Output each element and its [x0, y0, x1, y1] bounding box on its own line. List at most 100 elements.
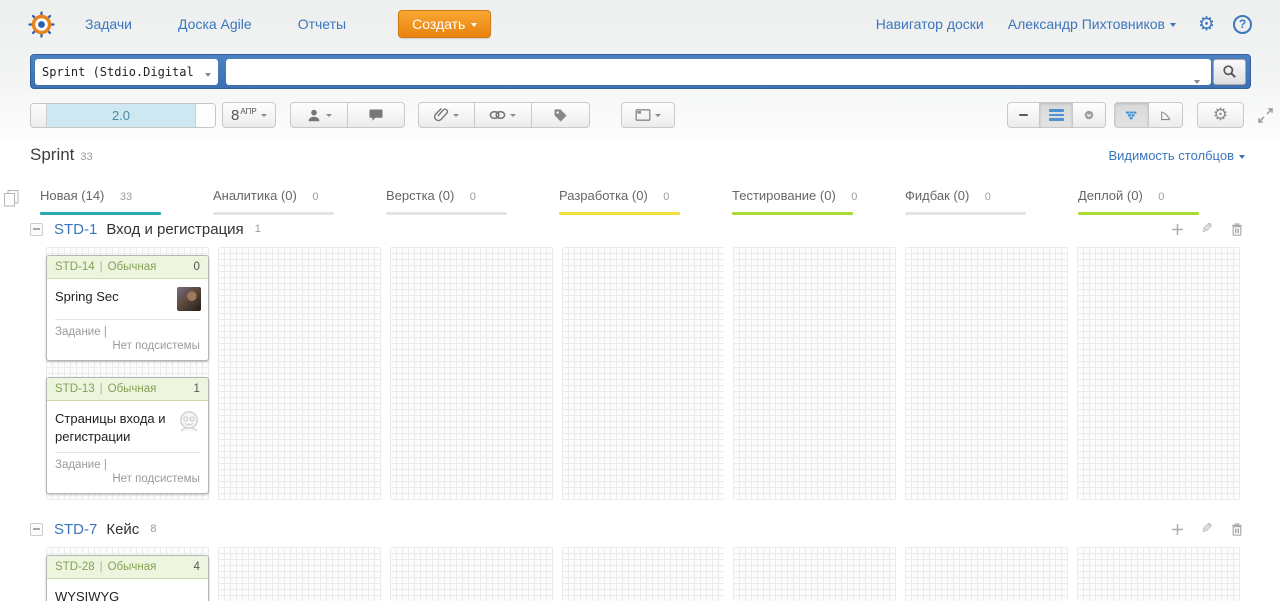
edit-swimlane-button[interactable]: ✎ — [1201, 521, 1213, 537]
burndown-chart-button[interactable] — [1149, 102, 1183, 128]
card-std-28[interactable]: STD-28 | Обычная 4 WYSIWYG — [46, 555, 209, 601]
collapse-swimlane-icon[interactable] — [30, 522, 43, 536]
settings-gear-icon[interactable]: ⚙ — [1198, 14, 1215, 34]
card-footer: Задание | Нет подсистемы — [47, 320, 208, 360]
nav-item-issues[interactable]: Задачи — [85, 16, 132, 32]
edit-swimlane-button[interactable]: ✎ — [1201, 221, 1213, 237]
card-badge: 0 — [193, 261, 200, 273]
column-label: Тестирование (0) — [732, 188, 836, 203]
command-window-icon — [635, 109, 651, 121]
card-collapse-toggle-button[interactable] — [1073, 102, 1106, 128]
cell-testing[interactable] — [733, 247, 897, 500]
zoom-slider-left-handle[interactable] — [31, 103, 47, 127]
cell-analytics[interactable] — [217, 547, 381, 601]
card-title[interactable]: WYSIWYG — [55, 588, 200, 601]
cell-deploy[interactable] — [1077, 547, 1240, 601]
search-input[interactable] — [226, 58, 1211, 85]
cell-markup[interactable] — [389, 247, 553, 500]
zoom-slider-value[interactable]: 2.0 — [47, 103, 195, 127]
cell-testing[interactable] — [733, 547, 897, 601]
date-month: АПР — [240, 106, 257, 116]
tags-button[interactable] — [531, 102, 590, 128]
card-header: STD-14 | Обычная 0 — [47, 256, 208, 279]
search-context-dropdown[interactable]: Sprint (Stdio.Digital — [35, 58, 218, 85]
fullscreen-button[interactable] — [1257, 107, 1274, 124]
card-id[interactable]: STD-14 — [55, 261, 95, 273]
cell-deploy[interactable] — [1077, 247, 1240, 500]
chevron-down-icon — [654, 113, 661, 117]
cell-feedback[interactable] — [905, 247, 1069, 500]
nav-item-agile-board[interactable]: Доска Agile — [178, 16, 252, 32]
columns-visibility-link[interactable]: Видимость столбцов — [1108, 148, 1245, 163]
card-std-14[interactable]: STD-14 | Обычная 0 Spring Sec Задание | — [46, 255, 209, 361]
nav-item-reports[interactable]: Отчеты — [298, 16, 346, 32]
cell-markup[interactable] — [389, 547, 553, 601]
column-label: Фидбак (0) — [905, 188, 970, 203]
swimlane-collapse-all-icon[interactable] — [3, 189, 20, 208]
column-label: Новая (14) — [40, 188, 105, 203]
column-header-development[interactable]: Разработка (0) 0 — [559, 187, 722, 215]
cell-new[interactable]: STD-28 | Обычная 4 WYSIWYG — [46, 547, 209, 601]
column-header-feedback[interactable]: Фидбак (0) 0 — [905, 187, 1068, 215]
chevron-down-icon — [260, 113, 267, 117]
chevron-down-icon — [205, 65, 211, 79]
column-header-markup[interactable]: Верстка (0) 0 — [386, 187, 549, 215]
chevron-down-icon — [510, 113, 517, 117]
help-icon[interactable]: ? — [1233, 14, 1252, 34]
separator: | — [103, 459, 107, 472]
add-card-button[interactable] — [1171, 523, 1184, 536]
card-type-row: Задание | — [55, 459, 200, 471]
issue-id-link[interactable]: STD-1 — [54, 221, 97, 238]
burndown-chart-icon — [1161, 110, 1170, 120]
search-input-wrap — [226, 58, 1211, 88]
expand-arrows-icon — [1258, 107, 1273, 123]
cell-development[interactable] — [561, 247, 725, 500]
cell-analytics[interactable] — [217, 247, 381, 500]
pencil-icon: ✎ — [1201, 521, 1213, 537]
column-count: 0 — [1158, 191, 1165, 203]
column-header-deploy[interactable]: Деплой (0) 0 — [1078, 187, 1241, 215]
board-body: STD-1 Вход и регистрация 1 ✎ STD-14 | Об… — [0, 214, 1280, 601]
cell-feedback[interactable] — [905, 547, 1069, 601]
column-header-analytics[interactable]: Аналитика (0) 0 — [213, 187, 376, 215]
card-view-compact-button[interactable] — [1007, 102, 1040, 128]
card-id[interactable]: STD-28 — [55, 561, 95, 573]
user-name: Александр Пихтовников — [1007, 16, 1165, 32]
attachments-button[interactable] — [417, 102, 475, 128]
delete-swimlane-button[interactable] — [1230, 222, 1244, 237]
command-dialog-button[interactable] — [620, 102, 675, 128]
column-header-new[interactable]: Новая (14) 33 — [40, 187, 203, 215]
column-label: Аналитика (0) — [213, 188, 297, 203]
links-button[interactable] — [474, 102, 532, 128]
pencil-icon: ✎ — [1201, 221, 1213, 237]
youtrack-logo-icon[interactable] — [28, 10, 55, 38]
comments-button[interactable] — [347, 102, 405, 128]
column-header-testing[interactable]: Тестирование (0) 0 — [732, 187, 895, 215]
board-view-button[interactable] — [1114, 102, 1149, 128]
user-menu[interactable]: Александр Пихтовников — [1008, 16, 1176, 32]
issue-id-link[interactable]: STD-7 — [54, 521, 97, 538]
delete-swimlane-button[interactable] — [1230, 522, 1244, 537]
search-suggest-chevron-icon[interactable] — [1194, 70, 1200, 88]
add-card-button[interactable] — [1171, 223, 1184, 236]
swimlane-header-std-7: STD-7 Кейс 8 ✎ — [0, 514, 1280, 544]
no-assignee-ghost-avatar[interactable] — [177, 409, 201, 433]
collapse-swimlane-icon[interactable] — [30, 222, 43, 236]
card-footer: Задание | Нет подсистемы — [47, 453, 208, 493]
assignee-avatar[interactable] — [176, 287, 201, 311]
card-std-13[interactable]: STD-13 | Обычная 1 Страницы входа и реги… — [46, 377, 209, 495]
card-view-detailed-button[interactable] — [1040, 102, 1073, 128]
cell-development[interactable] — [561, 547, 725, 601]
board-navigator-link[interactable]: Навигатор доски — [876, 16, 984, 32]
cell-new[interactable]: STD-14 | Обычная 0 Spring Sec Задание | — [46, 247, 209, 500]
create-button[interactable]: Создать — [398, 10, 492, 38]
chevron-down-icon — [1239, 154, 1245, 159]
sprint-title: Sprint — [30, 145, 75, 164]
date-filter-button[interactable]: 8 АПР — [222, 102, 276, 128]
search-button[interactable] — [1213, 58, 1246, 85]
assignee-filter-button[interactable] — [289, 102, 348, 128]
board-zoom-slider[interactable]: 2.0 — [30, 102, 216, 128]
board-settings-button[interactable]: ⚙ — [1197, 102, 1244, 128]
zoom-slider-right-handle[interactable] — [195, 103, 215, 127]
card-id[interactable]: STD-13 — [55, 383, 95, 395]
